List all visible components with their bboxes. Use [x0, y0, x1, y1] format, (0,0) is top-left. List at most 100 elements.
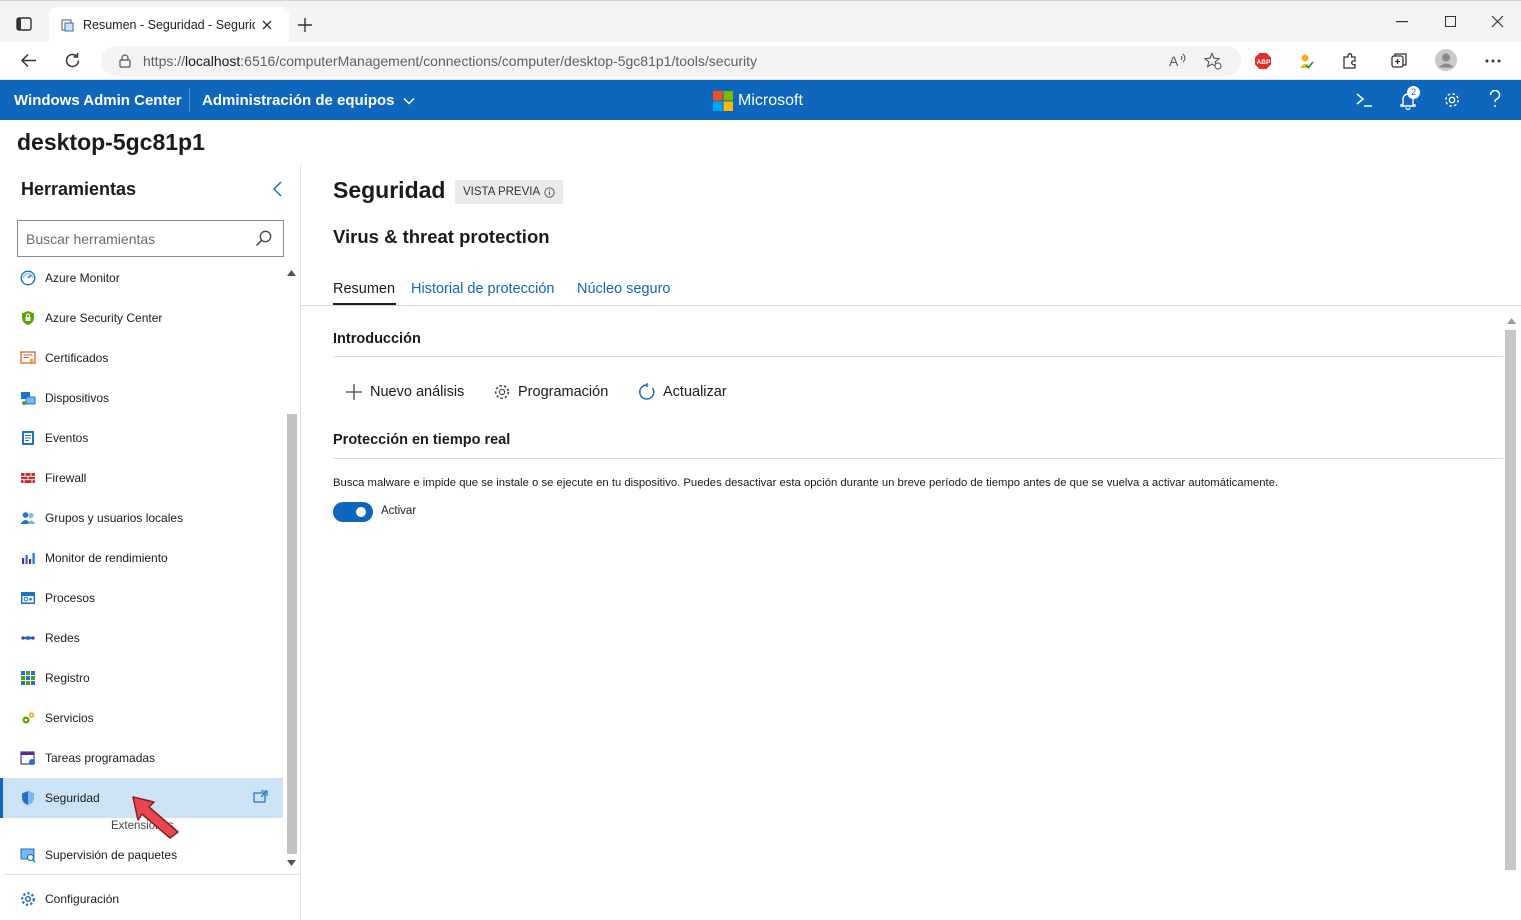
app-header: Windows Admin Center Administración de e… — [0, 80, 1521, 120]
sidebar-item-firewall[interactable]: Firewall — [3, 459, 283, 497]
sidebar-item-label: Monitor de rendimiento — [45, 551, 168, 565]
toggle-knob — [356, 507, 366, 517]
sidebar-item-label: Servicios — [45, 711, 94, 725]
azure-security-center-icon — [20, 310, 36, 326]
settings-icon — [20, 891, 36, 907]
sidebar-item-tareas-programadas[interactable]: Tareas programadas — [3, 739, 283, 777]
processes-icon — [20, 590, 36, 606]
sidebar-item-procesos[interactable]: Procesos — [3, 579, 283, 617]
schedule-button[interactable]: Programación — [493, 383, 608, 401]
sidebar-item-label: Seguridad — [45, 791, 100, 805]
sidebar-item-supervision-paquetes[interactable]: Supervisión de paquetes — [3, 836, 283, 874]
devices-icon — [20, 390, 36, 406]
preview-badge-label: VISTA PREVIA — [463, 186, 541, 198]
realtime-description: Busca malware e impide que se instale o … — [333, 477, 1279, 489]
tabs-divider — [301, 305, 1521, 306]
page-subtitle: Virus & threat protection — [333, 226, 550, 247]
profile-avatar-icon[interactable] — [1435, 49, 1457, 71]
sidebar-item-label: Procesos — [45, 591, 96, 605]
package-monitor-icon — [20, 847, 36, 863]
refresh-label: Actualizar — [663, 384, 727, 400]
panel-divider — [3, 874, 300, 875]
scroll-up-arrow-icon[interactable] — [287, 270, 296, 276]
realtime-divider — [333, 458, 1503, 459]
realtime-toggle[interactable] — [333, 502, 373, 522]
powershell-icon[interactable] — [1355, 92, 1373, 108]
events-icon — [20, 430, 36, 446]
tab-nucleo-seguro[interactable]: Núcleo seguro — [577, 281, 671, 297]
back-icon[interactable] — [20, 53, 37, 68]
favorites-star-icon[interactable] — [1204, 52, 1222, 70]
sidebar-item-grupos-usuarios[interactable]: Grupos y usuarios locales — [3, 499, 283, 537]
solution-menu[interactable]: Administración de equipos — [202, 92, 415, 109]
sidebar-item-label: Eventos — [45, 431, 89, 445]
sidebar-item-registro[interactable]: Registro — [3, 659, 283, 697]
collections-icon[interactable] — [1390, 52, 1409, 70]
browser-tab-active[interactable]: Resumen - Seguridad - Seguridad — [49, 7, 289, 43]
browser-tab-bar: Resumen - Seguridad - Seguridad — [0, 0, 1521, 43]
sidebar-item-azure-security-center[interactable]: Azure Security Center — [3, 299, 283, 337]
intro-heading: Introducción — [333, 331, 421, 347]
info-icon — [544, 186, 555, 198]
content-scrollbar-thumb[interactable] — [1505, 330, 1516, 870]
content-scroll-up-icon[interactable] — [1507, 318, 1516, 324]
tab-resumen[interactable]: Resumen — [333, 281, 395, 297]
sidebar-item-certificados[interactable]: Certificados — [3, 339, 283, 377]
registry-icon — [20, 670, 36, 686]
tab-actions-icon[interactable] — [16, 17, 32, 31]
more-options-icon[interactable] — [1485, 59, 1501, 63]
tools-scrollbar-thumb[interactable] — [287, 414, 297, 854]
close-window-icon[interactable] — [1491, 15, 1504, 28]
sidebar-item-label: Certificados — [45, 351, 109, 365]
main-content: Seguridad VISTA PREVIA Virus & threat pr… — [301, 164, 1521, 920]
new-tab-icon[interactable] — [297, 17, 313, 33]
preview-badge[interactable]: VISTA PREVIA — [455, 180, 564, 204]
open-new-window-icon[interactable] — [253, 790, 268, 803]
lock-icon[interactable] — [119, 54, 131, 68]
settings-gear-icon[interactable] — [1443, 91, 1461, 109]
sidebar-item-label: Azure Monitor — [45, 271, 120, 285]
scroll-down-arrow-icon[interactable] — [287, 860, 296, 866]
tab-historial[interactable]: Historial de protección — [411, 281, 554, 297]
extension-checklist-icon[interactable] — [1297, 52, 1315, 70]
sidebar-item-dispositivos[interactable]: Dispositivos — [3, 379, 283, 417]
help-icon[interactable] — [1489, 90, 1501, 108]
collapse-panel-icon[interactable] — [272, 181, 282, 197]
read-aloud-icon[interactable]: A — [1169, 53, 1187, 69]
sidebar-item-servicios[interactable]: Servicios — [3, 699, 283, 737]
maximize-icon[interactable] — [1445, 16, 1457, 28]
intro-divider — [333, 356, 1503, 357]
page-title: Seguridad — [333, 177, 446, 203]
svg-text:A: A — [1169, 53, 1179, 69]
new-scan-button[interactable]: Nuevo análisis — [345, 383, 464, 401]
sidebar-item-label: Grupos y usuarios locales — [45, 511, 184, 525]
refresh-page-icon[interactable] — [64, 52, 81, 69]
sidebar-item-label: Registro — [45, 671, 90, 685]
tools-search-box[interactable] — [17, 220, 284, 257]
schedule-label: Programación — [518, 384, 609, 400]
sidebar-item-azure-monitor[interactable]: Azure Monitor — [3, 259, 283, 297]
minimize-icon[interactable] — [1396, 21, 1408, 23]
sidebar-item-configuracion[interactable]: Configuración — [3, 880, 283, 918]
header-divider — [189, 88, 190, 112]
extensions-puzzle-icon[interactable] — [1341, 52, 1359, 70]
close-tab-icon[interactable] — [261, 19, 273, 31]
url-text[interactable]: https://localhost:6516/computerManagemen… — [143, 53, 757, 69]
address-bar[interactable]: https://localhost:6516/computerManagemen… — [101, 46, 1241, 76]
search-icon[interactable] — [255, 230, 272, 247]
sidebar-item-monitor-rendimiento[interactable]: Monitor de rendimiento — [3, 539, 283, 577]
certificate-icon — [20, 350, 36, 366]
notification-badge: 2 — [1407, 86, 1420, 99]
sidebar-item-label: Dispositivos — [45, 391, 110, 405]
sidebar-item-eventos[interactable]: Eventos — [3, 419, 283, 457]
sidebar-item-redes[interactable]: Redes — [3, 619, 283, 657]
app-brand[interactable]: Windows Admin Center — [14, 92, 182, 109]
microsoft-logo: Microsoft — [713, 91, 803, 111]
refresh-button[interactable]: Actualizar — [638, 383, 727, 401]
plus-icon — [345, 383, 363, 401]
adblock-plus-icon[interactable]: ABP — [1254, 52, 1272, 70]
gear-icon — [493, 383, 511, 401]
microsoft-logo-text: Microsoft — [738, 92, 803, 109]
tools-search-input[interactable] — [26, 230, 246, 247]
scheduled-tasks-icon — [20, 750, 36, 766]
